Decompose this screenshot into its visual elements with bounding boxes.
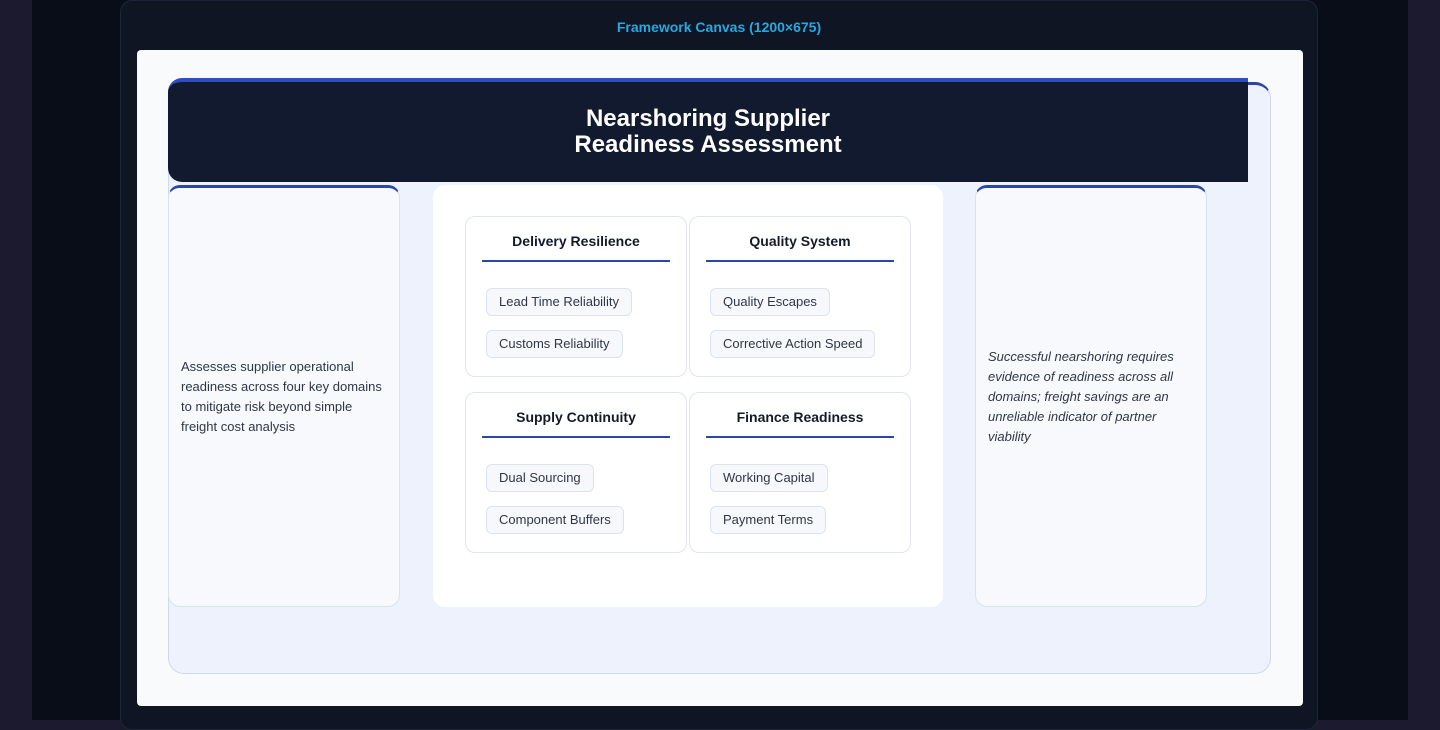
domain-title: Finance Readiness — [706, 409, 894, 438]
domain-card-quality-system: Quality System Quality Escapes Correctiv… — [689, 216, 911, 377]
title-band: Nearshoring Supplier Readiness Assessmen… — [168, 78, 1248, 182]
domain-card-delivery-resilience: Delivery Resilience Lead Time Reliabilit… — [465, 216, 687, 377]
domain-card-supply-continuity: Supply Continuity Dual Sourcing Componen… — [465, 392, 687, 553]
domains-panel: Delivery Resilience Lead Time Reliabilit… — [433, 185, 943, 607]
right-note-panel: Successful nearshoring requires evidence… — [975, 185, 1207, 607]
left-note-text: Assesses supplier operational readiness … — [181, 359, 382, 434]
domain-item: Quality Escapes — [710, 288, 830, 316]
domain-title: Supply Continuity — [482, 409, 670, 438]
domain-item: Lead Time Reliability — [486, 288, 632, 316]
domain-item: Payment Terms — [710, 506, 827, 534]
domain-title: Delivery Resilience — [482, 233, 670, 262]
domain-card-finance-readiness: Finance Readiness Working Capital Paymen… — [689, 392, 911, 553]
framework-canvas: Nearshoring Supplier Readiness Assessmen… — [137, 50, 1303, 706]
domain-item: Corrective Action Speed — [710, 330, 876, 358]
domain-item: Component Buffers — [486, 506, 624, 534]
domain-item: Dual Sourcing — [486, 464, 594, 492]
canvas-label: Framework Canvas (1200×675) — [616, 19, 822, 35]
title-line-1: Nearshoring Supplier — [585, 105, 831, 132]
left-note-panel: Assesses supplier operational readiness … — [168, 185, 400, 607]
domain-item: Working Capital — [710, 464, 828, 492]
domain-item: Customs Reliability — [486, 330, 623, 358]
right-note-text: Successful nearshoring requires evidence… — [988, 349, 1174, 444]
title-line-2: Readiness Assessment — [574, 131, 842, 158]
domain-title: Quality System — [706, 233, 894, 262]
